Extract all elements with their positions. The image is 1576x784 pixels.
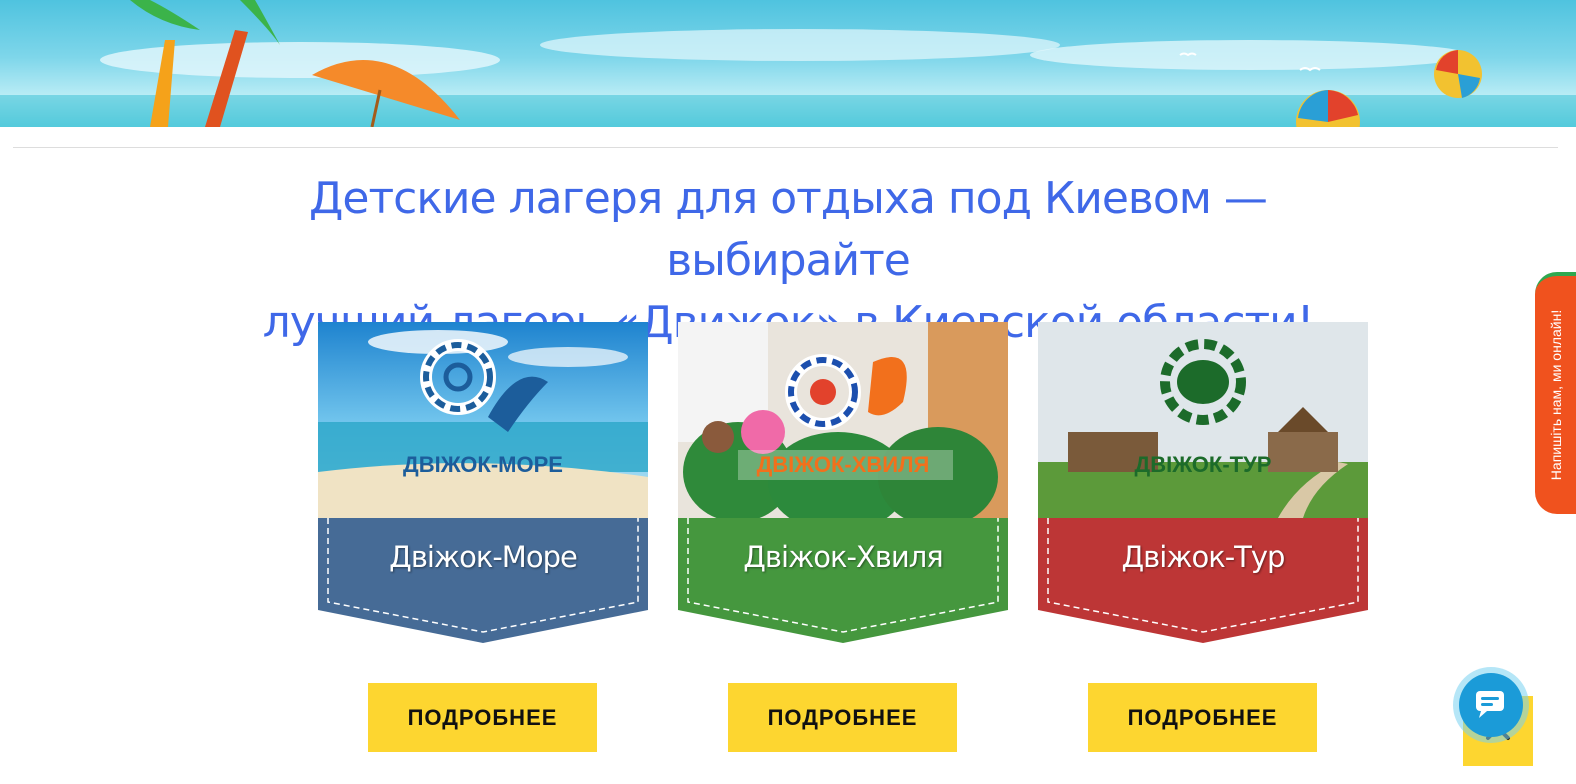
camp-label-more[interactable]: Двіжок-Море <box>318 540 648 574</box>
header-banner <box>0 0 1576 127</box>
ribbon-more <box>318 518 648 643</box>
camp-label-khvylia[interactable]: Двіжок-Хвиля <box>678 540 1008 574</box>
camp-photo-more: ДВІЖОК-МОРЕ <box>318 322 648 518</box>
chat-icon <box>1476 691 1504 718</box>
banner-illustration <box>0 0 1576 127</box>
more-button-tur[interactable]: ПОДРОБНЕЕ <box>1088 683 1317 752</box>
online-chat-tab-label: Напишіть нам, ми онлайн! <box>1547 309 1564 481</box>
camp-label-tur[interactable]: Двіжок-Тур <box>1038 540 1368 574</box>
logo-text-khvylia: ДВІЖОК-ХВИЛЯ <box>757 452 930 477</box>
title-line-1: Детские лагеря для отдыха под Киевом — в… <box>309 173 1268 286</box>
chat-button[interactable] <box>1459 673 1523 737</box>
more-button-khvylia[interactable]: ПОДРОБНЕЕ <box>728 683 957 752</box>
camp-photo-tur: ДВІЖОК-ТУР <box>1038 322 1368 518</box>
ribbon-khvylia <box>678 518 1008 643</box>
section-divider <box>13 147 1558 148</box>
online-chat-tab[interactable]: Напишіть нам, ми онлайн! <box>1535 272 1576 514</box>
logo-text-tur: ДВІЖОК-ТУР <box>1135 452 1272 477</box>
more-button-more[interactable]: ПОДРОБНЕЕ <box>368 683 597 752</box>
logo-text-more: ДВІЖОК-МОРЕ <box>403 452 563 477</box>
camp-photo-khvylia: ДВІЖОК-ХВИЛЯ <box>678 322 1008 518</box>
ribbon-tur <box>1038 518 1368 643</box>
